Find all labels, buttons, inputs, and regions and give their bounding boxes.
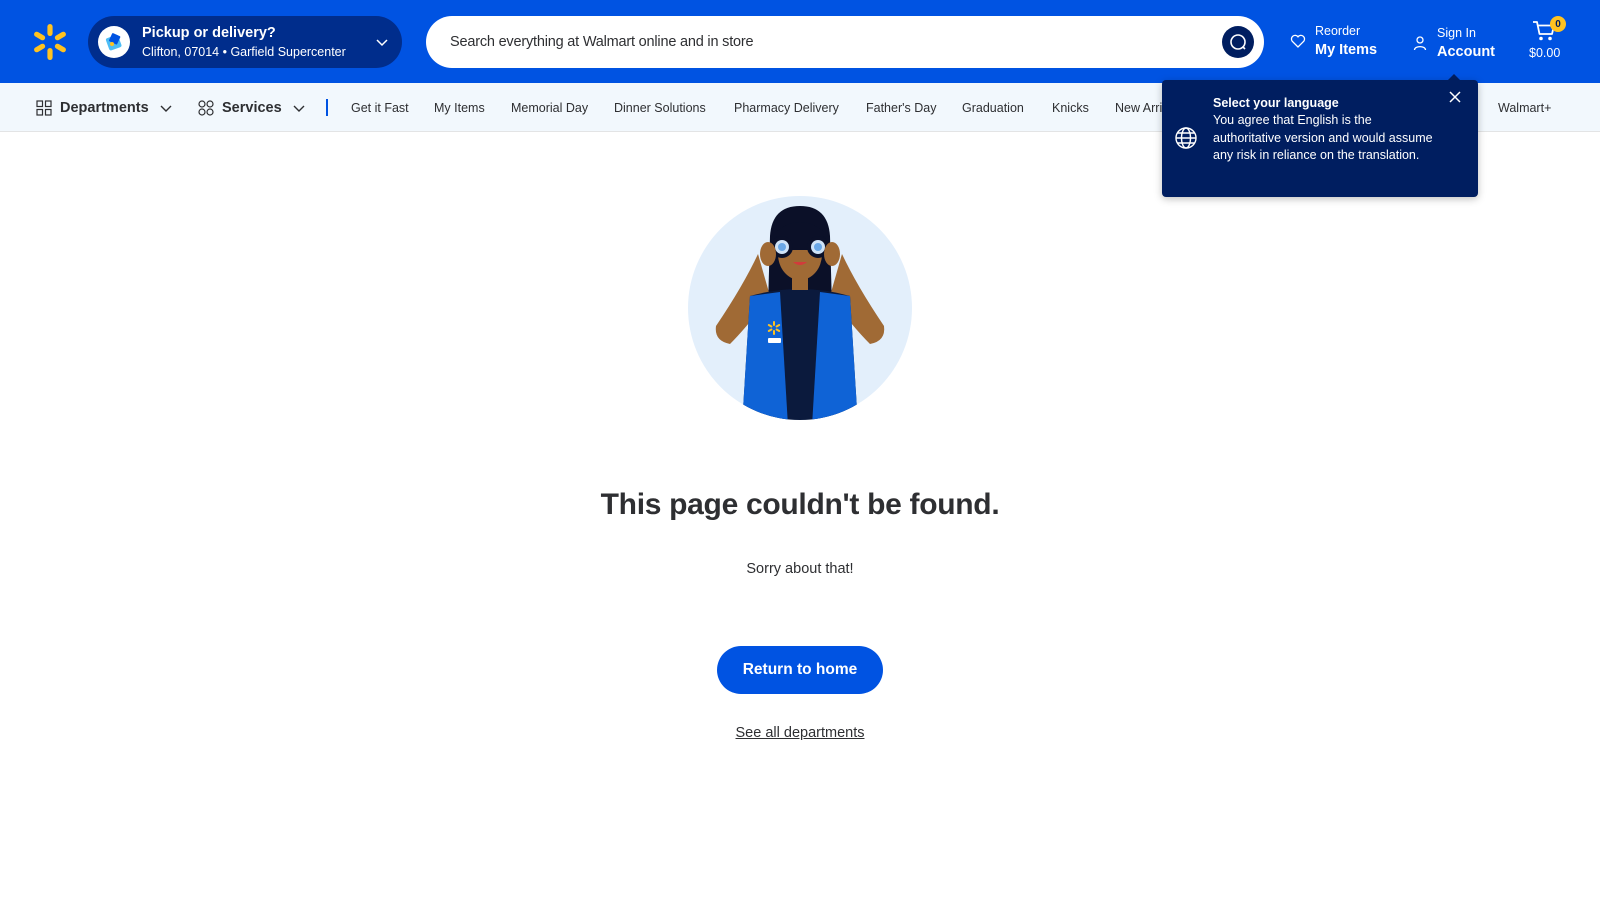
globe-icon [1175, 127, 1197, 149]
close-icon[interactable] [1446, 88, 1464, 106]
nav-link-pharmacy-delivery[interactable]: Pharmacy Delivery [734, 83, 839, 132]
pickup-text: Pickup or delivery? Clifton, 07014 • Gar… [142, 24, 346, 61]
return-to-home-button[interactable]: Return to home [717, 646, 883, 694]
search-bar [426, 16, 1264, 68]
nav-link-graduation[interactable]: Graduation [962, 83, 1024, 132]
nav-link-memorial-day[interactable]: Memorial Day [511, 83, 588, 132]
my-items-label: My Items [1315, 41, 1378, 58]
grid-icon [36, 99, 52, 116]
pickup-delivery-selector[interactable]: Pickup or delivery? Clifton, 07014 • Gar… [88, 16, 402, 68]
account-sign-in[interactable]: Sign In Account [1412, 20, 1495, 66]
sign-in-label: Sign In [1437, 25, 1476, 40]
pickup-title: Pickup or delivery? [142, 24, 276, 41]
nav-link-get-it-fast[interactable]: Get it Fast [351, 83, 409, 132]
departments-label: Departments [60, 99, 149, 116]
user-icon [1413, 36, 1427, 51]
cart-button[interactable]: 0 $0.00 [1526, 16, 1572, 66]
page-subtitle: Sorry about that! [746, 561, 854, 577]
services-menu[interactable]: Services [198, 83, 306, 132]
reorder-my-items[interactable]: Reorder My Items [1290, 18, 1377, 64]
popup-body: You agree that English is the authoritat… [1213, 113, 1433, 162]
language-popup: Select your language You agree that Engl… [1162, 80, 1478, 197]
pickup-location: Clifton, 07014 • Garfield Supercenter [142, 44, 346, 59]
heart-icon [1290, 34, 1306, 48]
nav-link-walmart-plus[interactable]: Walmart+ [1498, 83, 1551, 132]
search-icon [1230, 34, 1246, 50]
account-label: Account [1437, 43, 1495, 60]
departments-menu[interactable]: Departments [36, 83, 173, 132]
cart-count-badge: 0 [1550, 16, 1566, 32]
nav-divider [326, 99, 328, 116]
nav-link-fathers-day[interactable]: Father's Day [866, 83, 936, 132]
chevron-down-icon [376, 39, 388, 47]
services-icon [198, 99, 214, 116]
chevron-down-icon [160, 105, 172, 112]
pickup-delivery-icon [98, 26, 130, 58]
nav-link-dinner-solutions[interactable]: Dinner Solutions [614, 83, 706, 132]
reorder-label: Reorder [1315, 23, 1361, 38]
page-title: This page couldn't be found. [600, 488, 1000, 521]
services-label: Services [222, 99, 282, 116]
binoculars-associate-illustration [688, 196, 912, 420]
nav-link-new-arrivals[interactable]: New Arri [1115, 83, 1162, 132]
header: Pickup or delivery? Clifton, 07014 • Gar… [0, 0, 1600, 83]
nav-link-my-items[interactable]: My Items [434, 83, 485, 132]
chevron-down-icon [293, 105, 305, 112]
walmart-spark-icon[interactable] [30, 22, 70, 62]
cart-total: $0.00 [1529, 46, 1561, 60]
search-input[interactable] [450, 34, 1190, 50]
popup-title: Select your language [1213, 96, 1339, 110]
search-button[interactable] [1222, 26, 1254, 58]
see-all-departments-link[interactable]: See all departments [600, 725, 1000, 741]
nav-link-knicks[interactable]: Knicks [1052, 83, 1089, 132]
